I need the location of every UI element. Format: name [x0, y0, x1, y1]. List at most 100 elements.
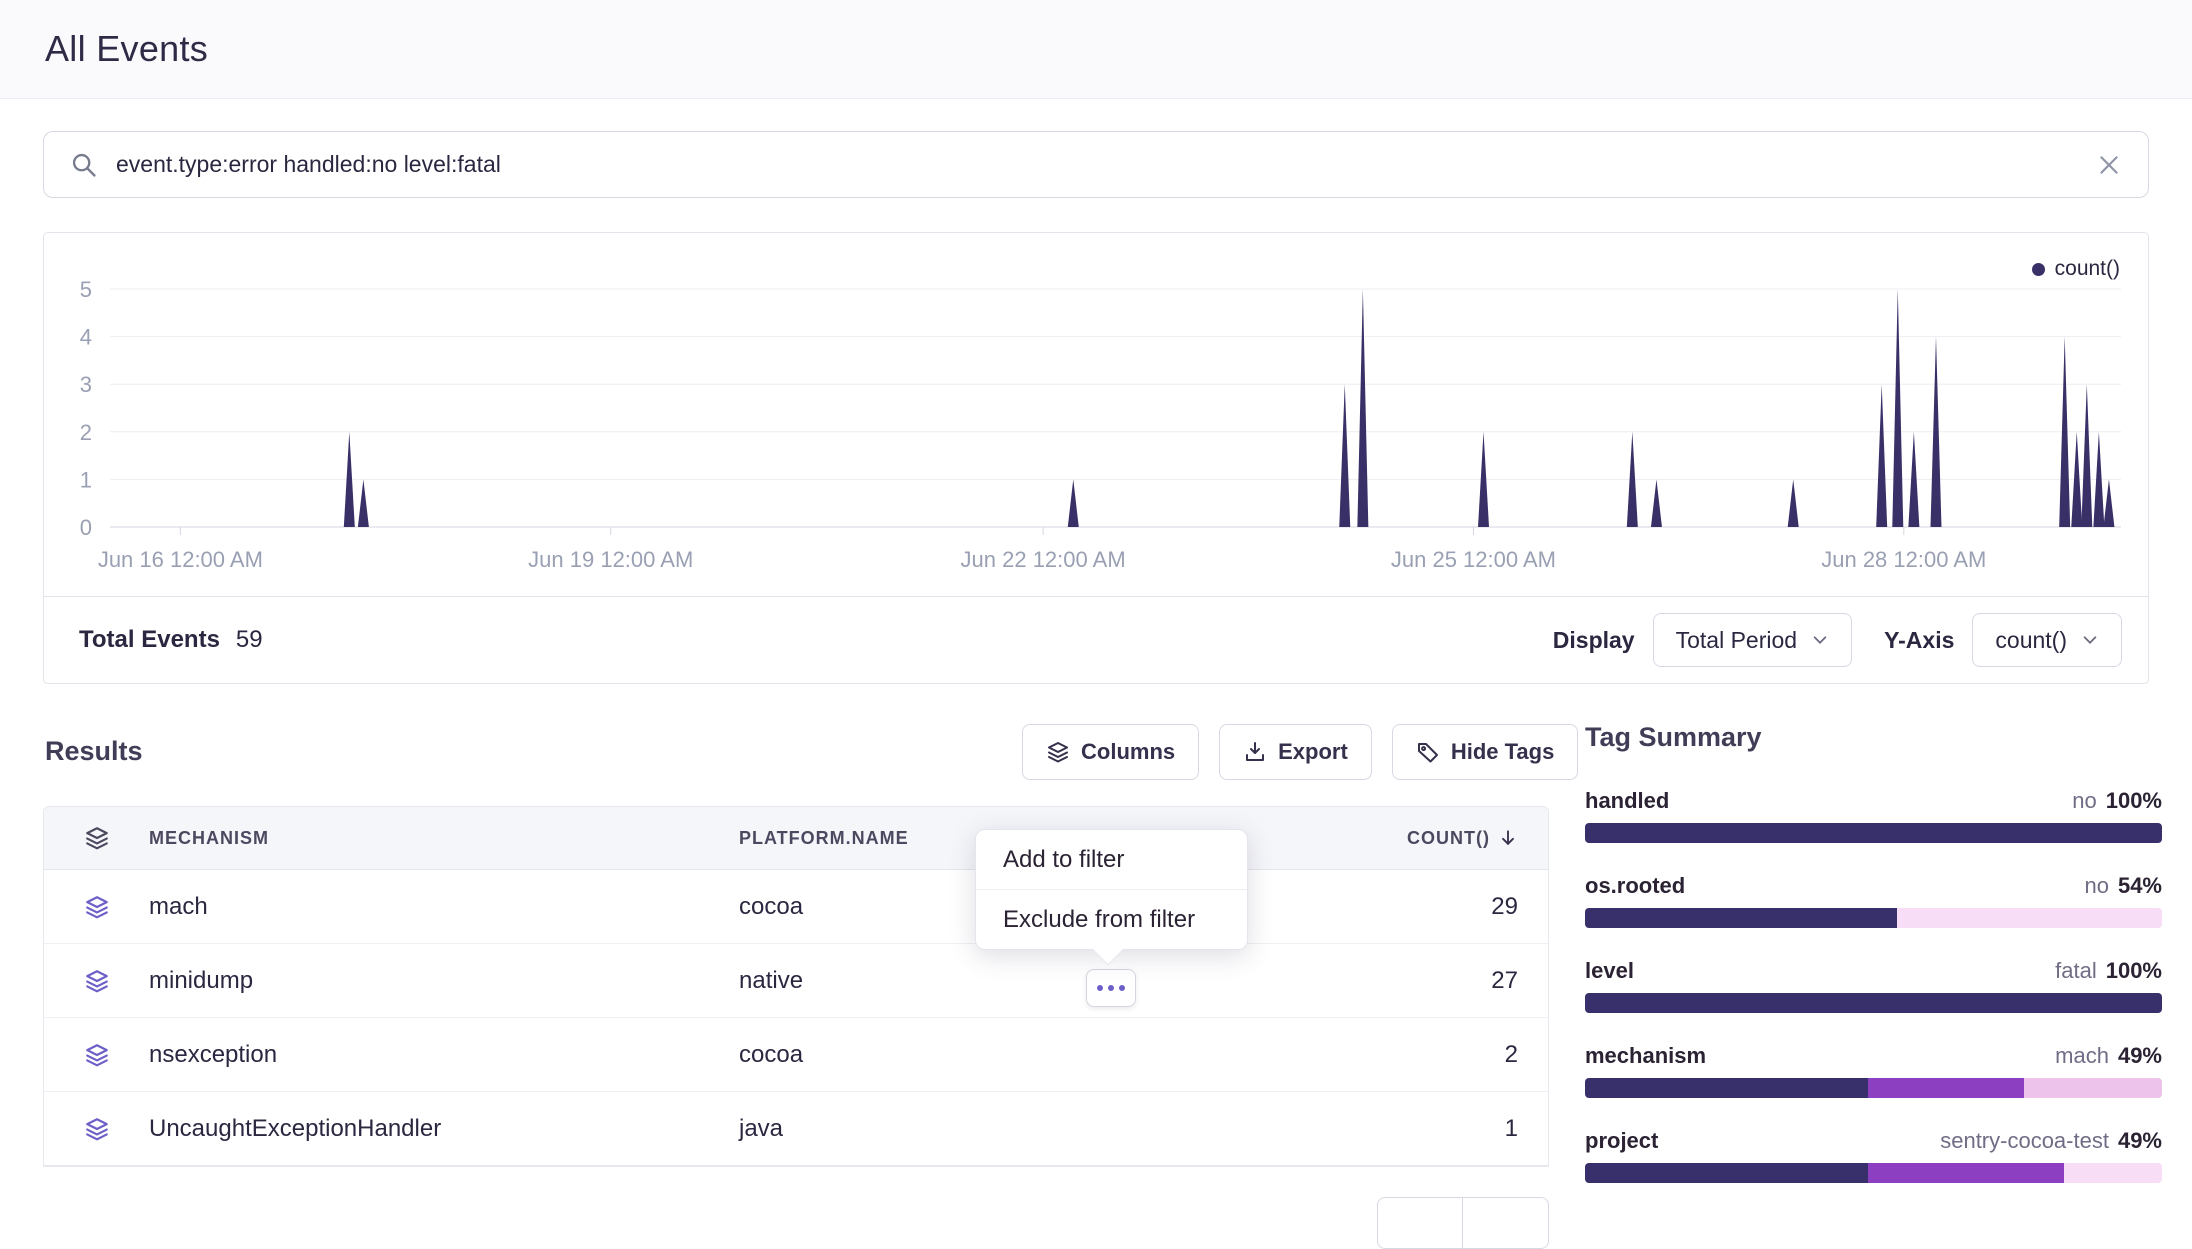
cell-count: 29: [1313, 893, 1548, 921]
display-label: Display: [1553, 627, 1635, 654]
search-input[interactable]: [116, 151, 2078, 178]
clear-search-icon[interactable]: [2096, 152, 2122, 178]
columns-button[interactable]: Columns: [1022, 724, 1199, 780]
export-button[interactable]: Export: [1219, 724, 1372, 780]
cell-actions-button[interactable]: [1086, 969, 1136, 1007]
events-chart-panel: 012345Jun 16 12:00 AMJun 19 12:00 AMJun …: [43, 232, 2149, 684]
cell-mechanism: minidump: [149, 967, 739, 995]
results-toolbar: Columns Export Hide Tags: [1022, 724, 1578, 780]
tag-top-value: mach: [2055, 1043, 2109, 1069]
svg-text:4: 4: [80, 325, 92, 350]
previous-page-button[interactable]: [1377, 1197, 1463, 1249]
tag-bar-segment[interactable]: [1868, 1078, 2024, 1098]
cell-count: 2: [1313, 1041, 1548, 1069]
tag-bar-segment[interactable]: [2024, 1078, 2162, 1098]
tag-top-value: fatal: [2055, 958, 2097, 984]
cell-context-menu: Add to filter Exclude from filter: [975, 829, 1248, 950]
column-header-mechanism[interactable]: MECHANISM: [149, 828, 739, 849]
layers-icon: [84, 894, 110, 920]
legend-label: count(): [2055, 257, 2120, 281]
tag-top-value: no: [2072, 788, 2096, 814]
tag-bar-segment[interactable]: [1585, 1078, 1868, 1098]
tag-bar-segment[interactable]: [1897, 908, 2162, 928]
layers-icon: [84, 968, 110, 994]
columns-button-label: Columns: [1081, 739, 1175, 765]
tag-bar-segment[interactable]: [1585, 908, 1897, 928]
download-icon: [1243, 740, 1267, 764]
cell-platform: native: [739, 967, 1313, 995]
svg-text:0: 0: [80, 515, 92, 540]
svg-text:Jun 16 12:00 AM: Jun 16 12:00 AM: [98, 547, 263, 572]
y-axis-label: Y-Axis: [1884, 627, 1954, 654]
tag-name: handled: [1585, 788, 1669, 814]
tag-entry-os-rooted: os.rooted no 54%: [1585, 873, 2162, 928]
chevron-down-icon: [1811, 631, 1829, 649]
tag-percent: 100%: [2106, 958, 2162, 984]
results-heading: Results: [45, 736, 143, 767]
export-button-label: Export: [1278, 739, 1348, 765]
tag-bar[interactable]: [1585, 1078, 2162, 1098]
tag-percent: 54%: [2118, 873, 2162, 899]
display-dropdown-value: Total Period: [1676, 627, 1797, 654]
ellipsis-icon: [1108, 985, 1114, 991]
tag-bar-segment[interactable]: [1868, 1163, 2064, 1183]
svg-text:5: 5: [80, 277, 92, 302]
svg-text:Jun 25 12:00 AM: Jun 25 12:00 AM: [1391, 547, 1556, 572]
tag-bar[interactable]: [1585, 1163, 2162, 1183]
cell-mechanism: UncaughtExceptionHandler: [149, 1115, 739, 1143]
tag-icon: [1416, 740, 1440, 764]
pagination: [1377, 1197, 1549, 1249]
events-chart: 012345Jun 16 12:00 AMJun 19 12:00 AMJun …: [44, 233, 2148, 573]
y-axis-dropdown-value: count(): [1995, 627, 2067, 654]
svg-text:3: 3: [80, 372, 92, 397]
column-header-count[interactable]: COUNT(): [1313, 828, 1548, 849]
tag-bar[interactable]: [1585, 823, 2162, 843]
menu-item-add-to-filter[interactable]: Add to filter: [976, 830, 1247, 889]
sort-desc-icon: [1498, 828, 1518, 848]
search-bar[interactable]: [43, 131, 2149, 198]
svg-text:Jun 28 12:00 AM: Jun 28 12:00 AM: [1821, 547, 1986, 572]
tag-bar[interactable]: [1585, 908, 2162, 928]
page-title: All Events: [45, 28, 208, 70]
tag-entry-project: project sentry-cocoa-test 49%: [1585, 1128, 2162, 1183]
search-icon: [70, 151, 98, 179]
tag-bar-segment[interactable]: [2064, 1163, 2162, 1183]
table-row[interactable]: mach cocoa 29: [44, 870, 1548, 944]
tag-bar-segment[interactable]: [1585, 1163, 1868, 1183]
page-header: All Events: [0, 0, 2192, 99]
legend-dot: [2032, 263, 2045, 276]
tag-top-value: no: [2084, 873, 2108, 899]
tag-bar-segment[interactable]: [1585, 993, 2162, 1013]
ellipsis-icon: [1097, 985, 1103, 991]
table-header-row: MECHANISM PLATFORM.NAME COUNT(): [44, 807, 1548, 870]
svg-text:Jun 19 12:00 AM: Jun 19 12:00 AM: [528, 547, 693, 572]
tag-entry-level: level fatal 100%: [1585, 958, 2162, 1013]
y-axis-dropdown[interactable]: count(): [1972, 613, 2122, 667]
layers-icon: [84, 825, 110, 851]
tag-bar[interactable]: [1585, 993, 2162, 1013]
table-row[interactable]: minidump native 27: [44, 944, 1548, 1018]
chart-legend[interactable]: count(): [2032, 257, 2120, 281]
chart-footer: Total Events 59 Display Total Period Y-A…: [44, 596, 2148, 683]
next-page-button[interactable]: [1463, 1197, 1549, 1249]
cell-count: 27: [1313, 967, 1548, 995]
layers-icon: [84, 1042, 110, 1068]
cell-platform: cocoa: [739, 1041, 1313, 1069]
tag-bar-segment[interactable]: [1585, 823, 2162, 843]
table-row[interactable]: UncaughtExceptionHandler java 1: [44, 1092, 1548, 1166]
hide-tags-button-label: Hide Tags: [1451, 739, 1555, 765]
table-row[interactable]: nsexception cocoa 2: [44, 1018, 1548, 1092]
cell-count: 1: [1313, 1115, 1548, 1143]
tag-name: mechanism: [1585, 1043, 1706, 1069]
ellipsis-icon: [1119, 985, 1125, 991]
cell-mechanism: mach: [149, 893, 739, 921]
svg-text:1: 1: [80, 467, 92, 492]
tag-entry-handled: handled no 100%: [1585, 788, 2162, 843]
layers-icon: [1046, 740, 1070, 764]
svg-text:Jun 22 12:00 AM: Jun 22 12:00 AM: [961, 547, 1126, 572]
hide-tags-button[interactable]: Hide Tags: [1392, 724, 1579, 780]
tag-percent: 49%: [2118, 1043, 2162, 1069]
tag-name: project: [1585, 1128, 1658, 1154]
cell-mechanism: nsexception: [149, 1041, 739, 1069]
display-dropdown[interactable]: Total Period: [1653, 613, 1852, 667]
